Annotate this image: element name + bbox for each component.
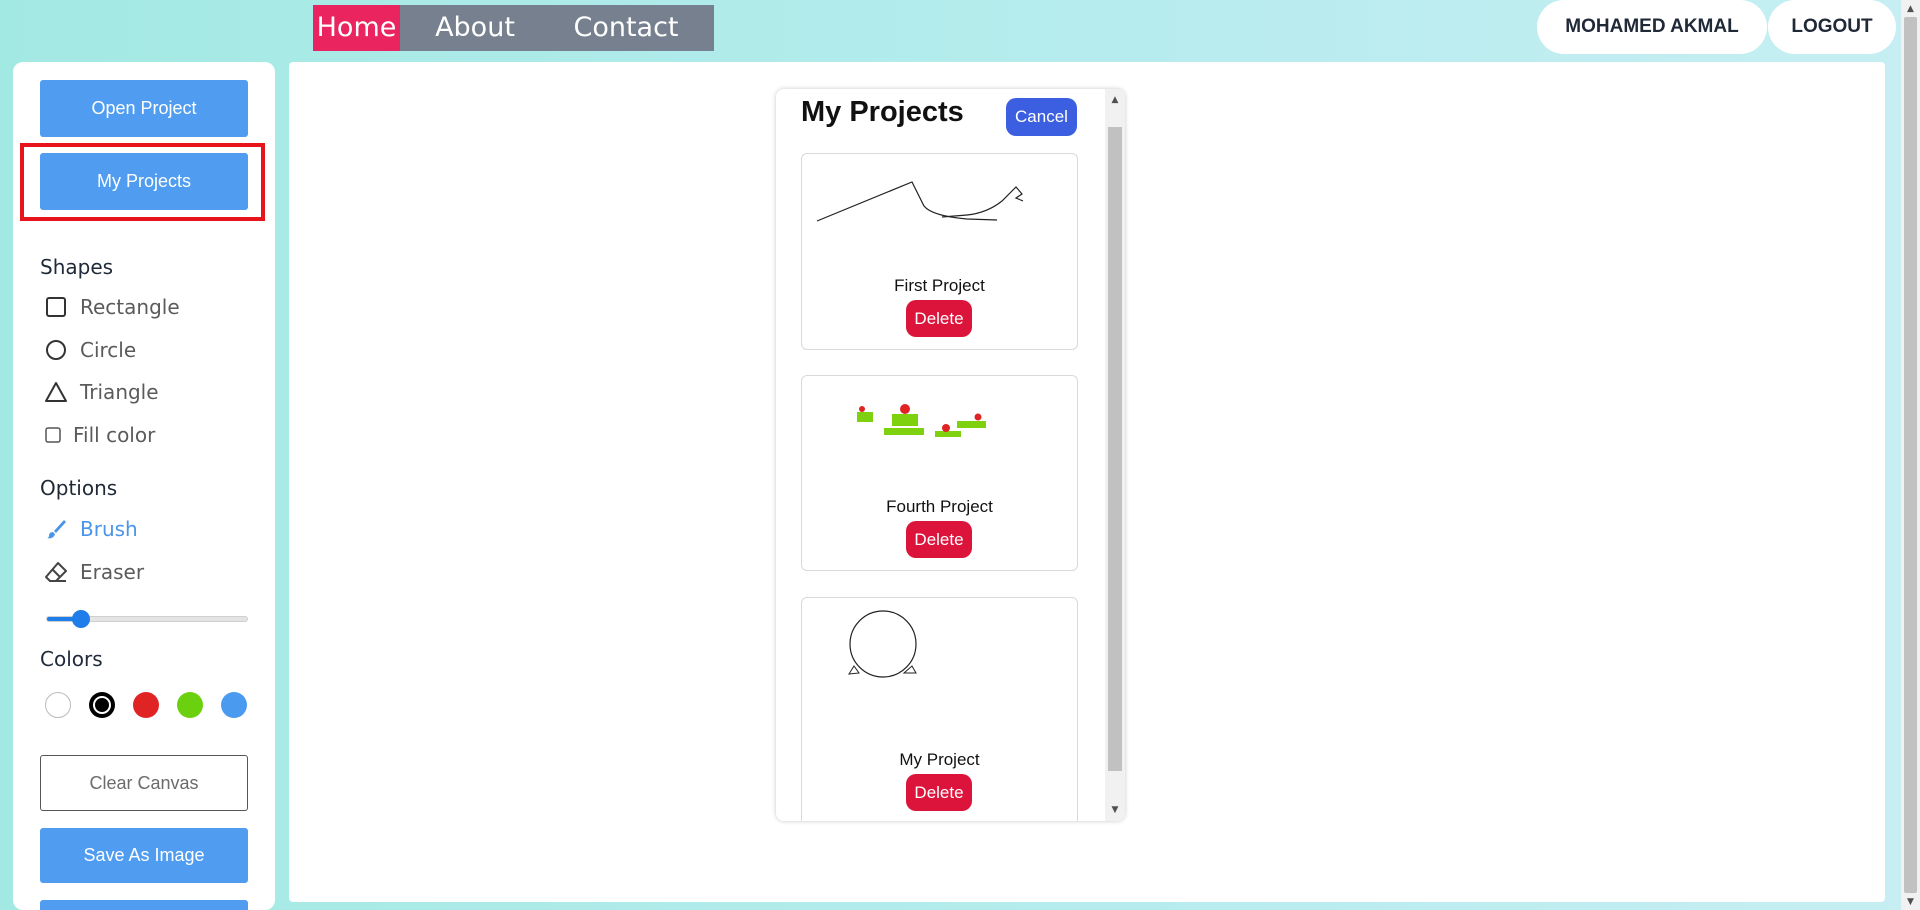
modal-scrollbar[interactable]: ▲ ▼ xyxy=(1105,89,1125,821)
shape-triangle[interactable]: Triangle xyxy=(44,380,159,404)
color-swatch[interactable] xyxy=(177,692,203,718)
fill-color-label: Fill color xyxy=(73,423,156,447)
nav-contact-link[interactable]: Contact xyxy=(550,5,688,51)
square-icon xyxy=(44,295,68,319)
option-brush[interactable]: Brush xyxy=(44,517,138,541)
color-swatch[interactable] xyxy=(89,692,115,718)
project-card[interactable]: First Project Delete xyxy=(801,153,1078,350)
tool-sidebar: Open Project My Projects Shapes Rectangl… xyxy=(13,62,275,910)
slider-thumb[interactable] xyxy=(72,610,90,628)
project-name: First Project xyxy=(894,276,985,295)
project-name: My Project xyxy=(899,750,980,769)
project-card[interactable]: Fourth Project Delete xyxy=(801,375,1078,571)
brush-size-slider[interactable] xyxy=(46,610,248,628)
clear-canvas-button[interactable]: Clear Canvas xyxy=(40,755,248,811)
circle-icon xyxy=(44,338,68,362)
scroll-up-arrow-icon[interactable]: ▲ xyxy=(1901,0,1920,17)
option-eraser[interactable]: Eraser xyxy=(44,560,144,584)
brush-icon xyxy=(44,517,68,541)
project-thumbnail xyxy=(848,610,917,678)
highlight-annotation xyxy=(20,143,265,221)
color-palette xyxy=(45,692,265,718)
scroll-down-arrow-icon[interactable]: ▼ xyxy=(1901,893,1920,910)
top-nav: Home About Contact xyxy=(313,5,714,51)
modal-title: My Projects xyxy=(801,96,964,128)
shape-rectangle[interactable]: Rectangle xyxy=(44,295,180,319)
my-projects-modal: My Projects Cancel First Project Delete … xyxy=(776,89,1125,821)
eraser-icon xyxy=(44,560,68,584)
nav-home-link[interactable]: Home xyxy=(313,5,400,51)
color-swatch[interactable] xyxy=(221,692,247,718)
logout-button[interactable]: LOGOUT xyxy=(1768,0,1896,54)
fill-color-checkbox[interactable]: Fill color xyxy=(44,423,155,447)
delete-button[interactable]: Delete xyxy=(906,774,972,811)
shape-label: Rectangle xyxy=(80,295,180,319)
shape-label: Triangle xyxy=(80,380,159,404)
scroll-up-arrow-icon[interactable]: ▲ xyxy=(1105,91,1125,109)
user-name-badge[interactable]: MOHAMED AKMAL xyxy=(1537,0,1767,54)
project-card[interactable]: My Project Delete xyxy=(801,597,1078,821)
color-swatch[interactable] xyxy=(133,692,159,718)
more-button-partial[interactable] xyxy=(40,900,248,910)
delete-button[interactable]: Delete xyxy=(906,300,972,337)
save-as-image-button[interactable]: Save As Image xyxy=(40,828,248,883)
colors-heading: Colors xyxy=(40,647,103,671)
shape-circle[interactable]: Circle xyxy=(44,338,136,362)
open-project-button[interactable]: Open Project xyxy=(40,80,248,137)
page-scroll-thumb[interactable] xyxy=(1904,17,1917,893)
shape-label: Circle xyxy=(80,338,137,362)
cancel-button[interactable]: Cancel xyxy=(1006,98,1077,136)
page-scrollbar[interactable]: ▲ ▼ xyxy=(1901,0,1920,910)
checkbox-icon xyxy=(44,423,62,447)
scroll-down-arrow-icon[interactable]: ▼ xyxy=(1105,801,1125,819)
modal-scroll-thumb[interactable] xyxy=(1108,127,1122,771)
shapes-heading: Shapes xyxy=(40,255,114,279)
triangle-icon xyxy=(44,380,68,404)
nav-about-link[interactable]: About xyxy=(400,5,550,51)
option-label: Eraser xyxy=(80,560,145,584)
option-label: Brush xyxy=(80,517,138,541)
delete-button[interactable]: Delete xyxy=(906,521,972,558)
color-swatch[interactable] xyxy=(45,692,71,718)
project-name: Fourth Project xyxy=(886,497,993,516)
options-heading: Options xyxy=(40,476,118,500)
